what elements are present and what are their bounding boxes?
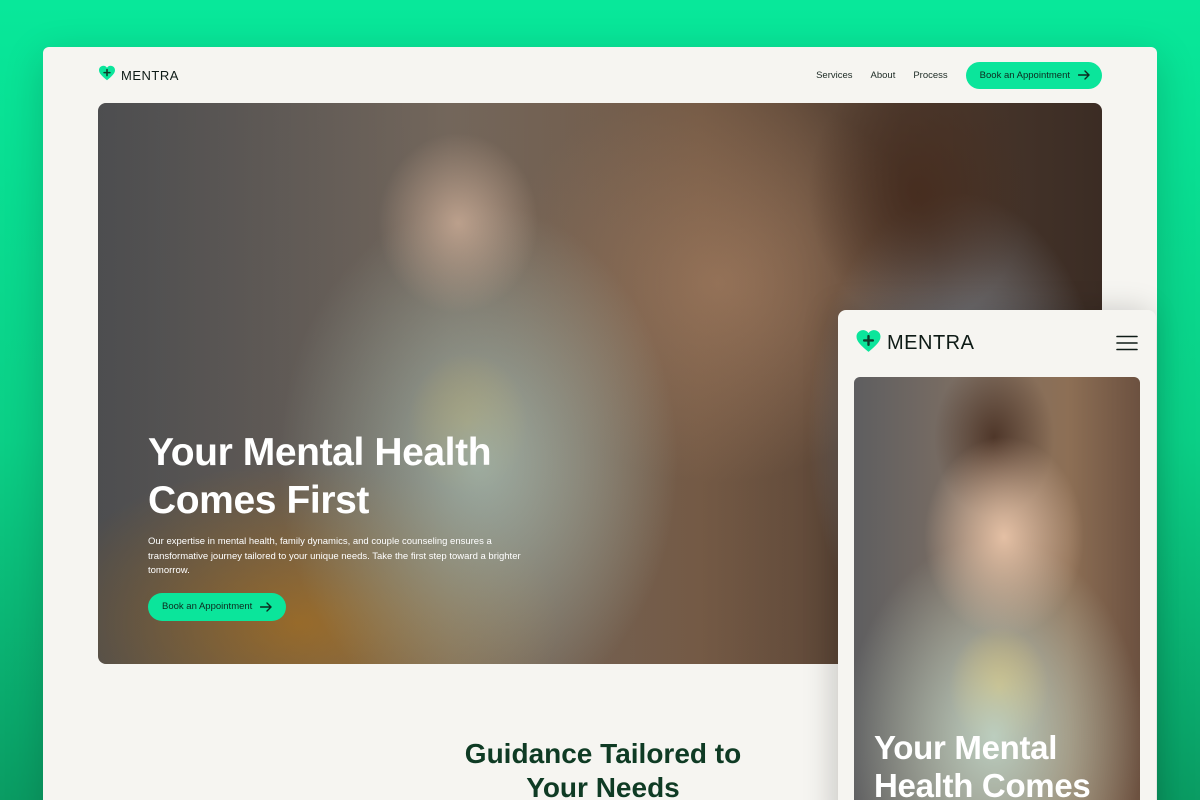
mobile-hero-title: Your Mental Health Comes: [874, 729, 1134, 800]
hero-title: Your Mental Health Comes First: [148, 429, 548, 525]
hero-subtitle: Our expertise in mental health, family d…: [148, 536, 521, 576]
hero-content: Your Mental Health Comes First Our exper…: [148, 429, 548, 621]
brand-logo[interactable]: MENTRA: [98, 65, 179, 86]
book-appointment-button[interactable]: Book an Appointment: [965, 61, 1102, 89]
hero-book-appointment-button[interactable]: Book an Appointment: [148, 592, 287, 621]
hero-title-line2: Comes First: [148, 479, 369, 522]
section-title-line2: Your Needs: [526, 772, 680, 800]
arrow-right-icon: [260, 601, 273, 612]
mobile-hero-image: Your Mental Health Comes: [854, 377, 1140, 800]
book-appointment-label: Book an Appointment: [979, 69, 1070, 81]
mobile-navbar: MENTRA: [855, 328, 1138, 358]
heart-plus-icon: [98, 65, 116, 86]
mobile-preview: MENTRA Your Mental Health Comes: [838, 310, 1156, 800]
hero-title-line1: Your Mental Health: [148, 431, 492, 474]
top-navbar: MENTRA Services About Process Book an Ap…: [98, 61, 1102, 89]
nav-link-services[interactable]: Services: [816, 70, 852, 81]
nav-link-process[interactable]: Process: [913, 70, 947, 81]
brand-name: MENTRA: [121, 67, 179, 83]
hamburger-menu-icon[interactable]: [1116, 335, 1138, 351]
mobile-hero-title-line2: Health Comes: [874, 767, 1091, 800]
section-title: Guidance Tailored to Your Needs: [423, 737, 783, 800]
heart-plus-icon: [855, 329, 882, 358]
nav-link-about[interactable]: About: [871, 70, 896, 81]
arrow-right-icon: [1077, 70, 1090, 80]
mobile-hero-title-line1: Your Mental: [874, 729, 1058, 766]
nav-links: Services About Process Book an Appointme…: [816, 61, 1102, 89]
mobile-brand-logo[interactable]: MENTRA: [855, 329, 974, 358]
hero-cta-label: Book an Appointment: [162, 601, 253, 612]
mobile-brand-name: MENTRA: [887, 331, 975, 354]
section-title-line1: Guidance Tailored to: [464, 738, 742, 769]
